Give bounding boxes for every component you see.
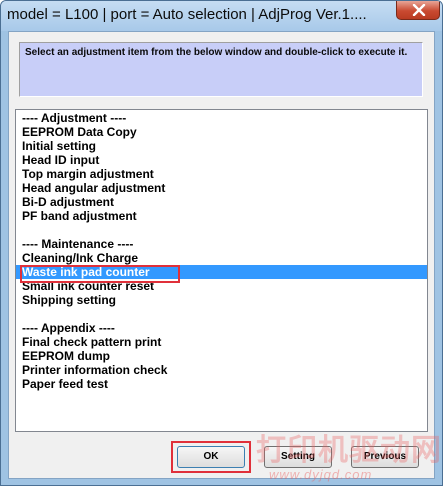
instruction-text: Select an adjustment item from the below… (25, 47, 408, 58)
list-item-final-check-pattern-print[interactable]: Final check pattern print (16, 335, 427, 349)
list-item-head-id-input[interactable]: Head ID input (16, 153, 427, 167)
close-button[interactable] (396, 1, 440, 20)
list-item-blank (16, 307, 427, 321)
list-item-top-margin-adjustment[interactable]: Top margin adjustment (16, 167, 427, 181)
list-header-maintenance: ---- Maintenance ---- (22, 237, 134, 251)
list-item-waste-ink-pad-counter[interactable]: Waste ink pad counter (16, 265, 427, 279)
instruction-panel: Select an adjustment item from the below… (19, 42, 423, 97)
list-item-printer-information-check[interactable]: Printer information check (16, 363, 427, 377)
client-area: Select an adjustment item from the below… (8, 31, 435, 479)
setting-button[interactable]: Setting (264, 446, 332, 468)
list-header-appendix: ---- Appendix ---- (22, 321, 115, 335)
list-item-blank (16, 223, 427, 237)
list-item-shipping-setting[interactable]: Shipping setting (16, 293, 427, 307)
list-item-initial-setting[interactable]: Initial setting (16, 139, 427, 153)
adjustment-list[interactable]: ---- Adjustment ---- EEPROM Data Copy In… (15, 109, 428, 432)
previous-button[interactable]: Previous (351, 446, 419, 468)
list-item-paper-feed-test[interactable]: Paper feed test (16, 377, 427, 391)
list-item-eeprom-dump[interactable]: EEPROM dump (16, 349, 427, 363)
list-item-eeprom-data-copy[interactable]: EEPROM Data Copy (16, 125, 427, 139)
ok-button[interactable]: OK (177, 446, 245, 468)
title-bar[interactable]: model = L100 | port = Auto selection | A… (1, 1, 442, 31)
list-item-cleaning-ink-charge[interactable]: Cleaning/Ink Charge (16, 251, 427, 265)
list-item-small-ink-counter-reset[interactable]: Small ink counter reset (16, 279, 427, 293)
list-item-head-angular-adjustment[interactable]: Head angular adjustment (16, 181, 427, 195)
window-title: model = L100 | port = Auto selection | A… (7, 6, 367, 23)
close-icon (412, 4, 426, 16)
list-header-adjustment: ---- Adjustment ---- (22, 111, 127, 125)
adjprog-window: model = L100 | port = Auto selection | A… (0, 0, 443, 486)
list-item-pf-band-adjustment[interactable]: PF band adjustment (16, 209, 427, 223)
list-item-bi-d-adjustment[interactable]: Bi-D adjustment (16, 195, 427, 209)
